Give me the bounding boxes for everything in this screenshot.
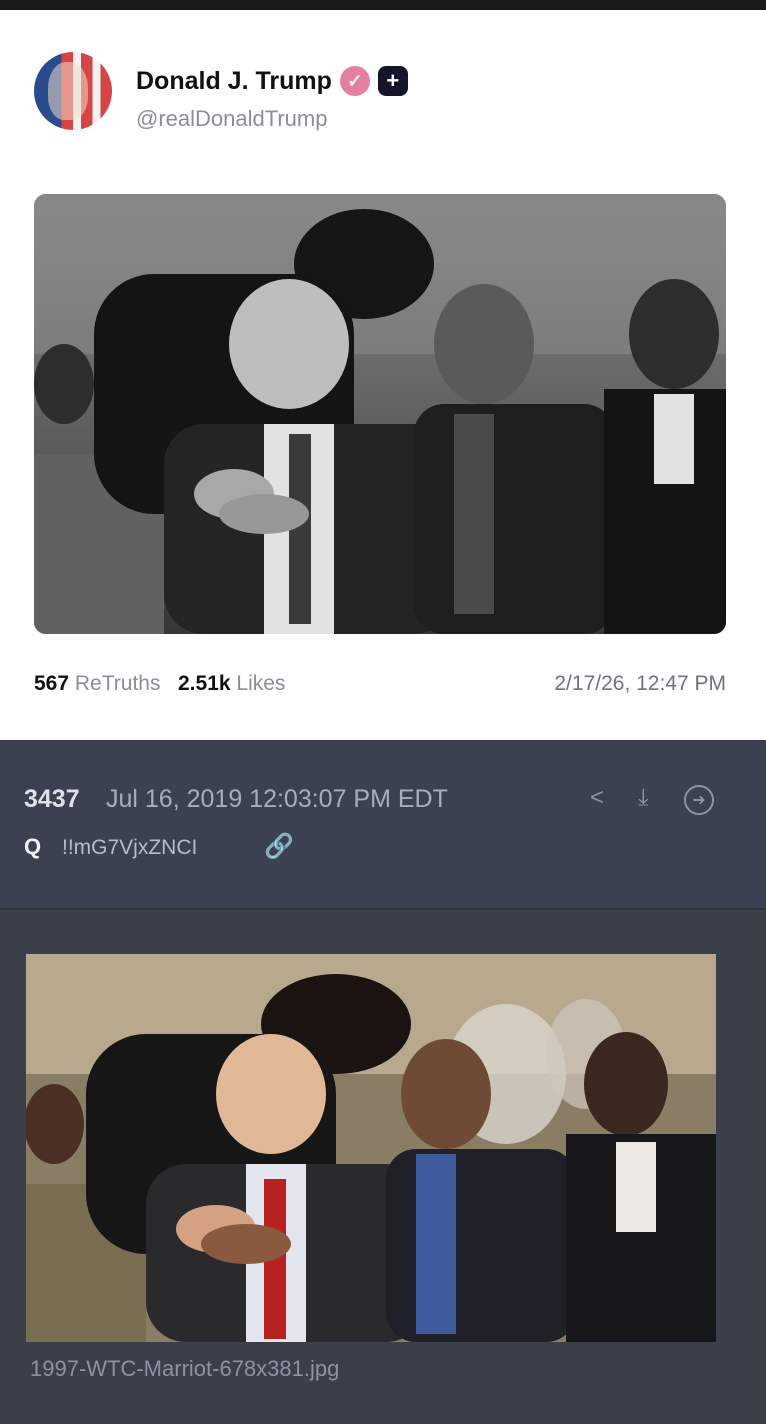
post-image[interactable] bbox=[34, 194, 726, 634]
post-photo-figures bbox=[34, 194, 726, 634]
q-image-filename[interactable]: 1997-WTC-Marriot-678x381.jpg bbox=[30, 1356, 339, 1382]
retruths-count[interactable]: 567 bbox=[34, 672, 69, 695]
likes-label[interactable]: Likes bbox=[236, 672, 285, 695]
q-post-date: Jul 16, 2019 12:03:07 PM EDT bbox=[106, 785, 448, 813]
post-timestamp[interactable]: 2/17/26, 12:47 PM bbox=[554, 672, 726, 696]
q-post-number[interactable]: 3437 bbox=[24, 785, 80, 814]
q-photo-scene bbox=[26, 954, 716, 1342]
q-tripcode: !!mG7VjxZNCI bbox=[62, 836, 198, 859]
post-photo-scene bbox=[34, 194, 726, 634]
download-icon[interactable]: ⤓ bbox=[638, 784, 649, 812]
link-icon[interactable]: 🔗 bbox=[264, 832, 294, 861]
share-icon[interactable]: < bbox=[590, 784, 604, 812]
post-stats: 567 ReTruths 2.51k Likes bbox=[34, 672, 285, 696]
author-name-row: Donald J. Trump ✓ + bbox=[136, 66, 408, 96]
q-author: Q bbox=[24, 834, 42, 859]
display-name[interactable]: Donald J. Trump bbox=[136, 67, 332, 96]
retruths-label[interactable]: ReTruths bbox=[75, 672, 161, 695]
likes-count[interactable]: 2.51k bbox=[178, 672, 231, 695]
q-post-image[interactable] bbox=[26, 954, 716, 1342]
q-post-header bbox=[0, 740, 766, 908]
plus-badge-icon: + bbox=[377, 66, 408, 96]
top-edge-bar bbox=[0, 0, 766, 10]
verified-check-icon: ✓ bbox=[339, 66, 370, 96]
profile-avatar[interactable] bbox=[34, 52, 112, 130]
avatar-face bbox=[48, 62, 88, 120]
q-photo-figures bbox=[26, 954, 716, 1342]
arrow-circle-icon[interactable]: ➜ bbox=[684, 785, 714, 815]
user-handle[interactable]: @realDonaldTrump bbox=[136, 106, 327, 132]
